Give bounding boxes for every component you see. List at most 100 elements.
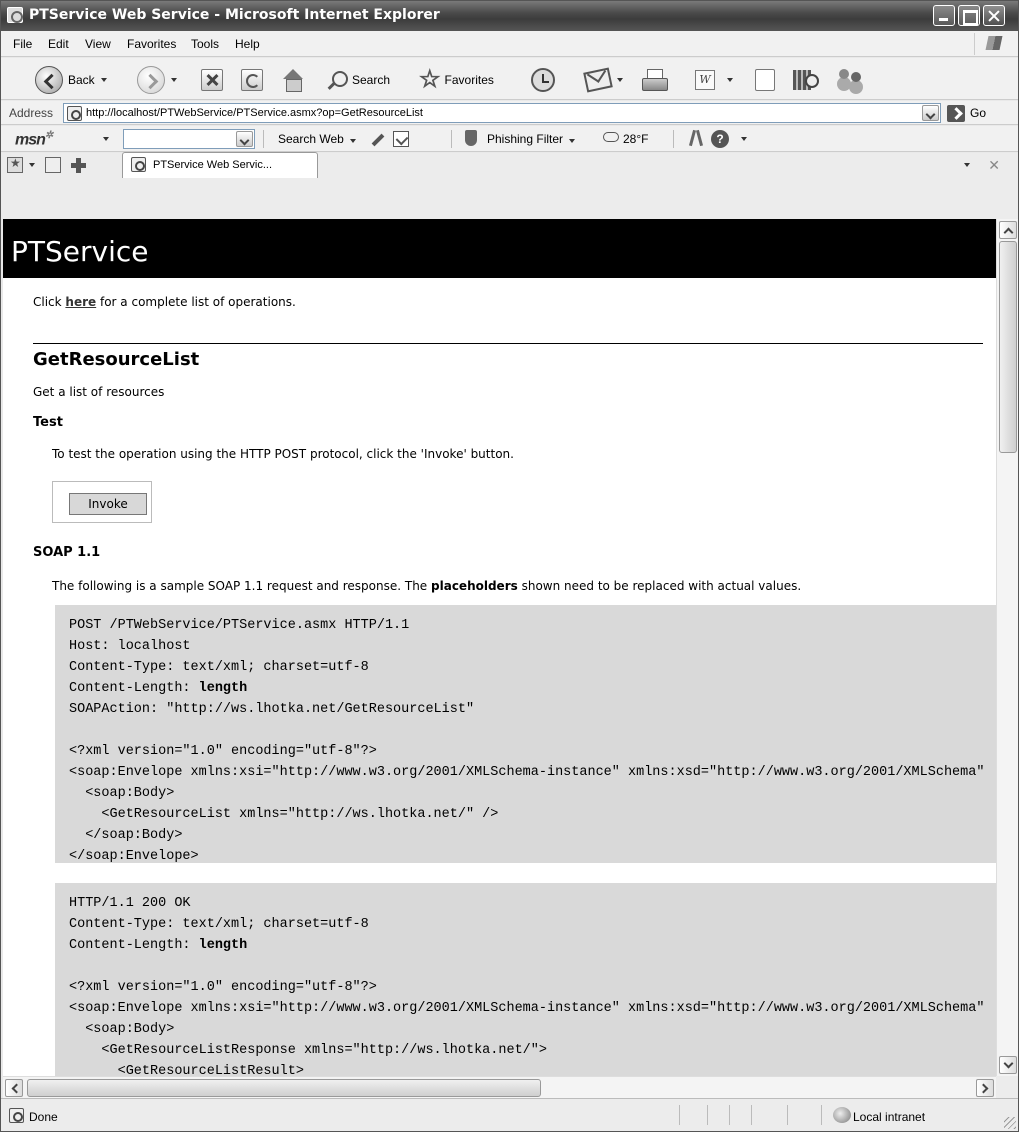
test-heading: Test — [33, 415, 63, 430]
horizontal-scroll-thumb[interactable] — [27, 1079, 541, 1097]
favorites-button[interactable]: ☆ Favorites — [419, 66, 494, 94]
vertical-scrollbar[interactable] — [996, 219, 1018, 1076]
minimize-button[interactable] — [933, 5, 955, 26]
code-line: Content-Type: text/xml; charset=utf-8 — [69, 657, 996, 678]
menu-help[interactable]: Help — [235, 37, 260, 51]
menu-file[interactable]: File — [13, 37, 32, 51]
phishing-filter-button[interactable]: Phishing Filter — [487, 132, 576, 146]
service-header: PTService — [3, 219, 996, 278]
resize-grip[interactable] — [1004, 1117, 1016, 1129]
scroll-left-icon[interactable] — [5, 1079, 23, 1097]
go-button[interactable]: Go — [947, 104, 986, 122]
tab-list-dropdown-icon[interactable] — [964, 163, 970, 167]
scroll-up-icon[interactable] — [999, 221, 1017, 239]
horizontal-scrollbar[interactable] — [3, 1076, 996, 1098]
add-favorite-icon[interactable] — [45, 157, 61, 173]
edit-dropdown-icon[interactable] — [727, 78, 733, 82]
code-text: <GetResourceListResult> — [69, 1064, 304, 1076]
title-bar[interactable]: PTService Web Service - Microsoft Intern… — [1, 1, 1018, 31]
status-text: Done — [29, 1110, 58, 1124]
menu-view[interactable]: View — [85, 37, 111, 51]
discuss-button[interactable] — [755, 66, 775, 94]
msn-logo-text: msn — [15, 131, 46, 149]
code-text: <GetResourceListResponse xmlns="http://w… — [69, 1043, 547, 1058]
forward-arrow-icon — [137, 66, 165, 94]
address-input[interactable]: http://localhost/PTWebService/PTService.… — [63, 103, 941, 123]
address-dropdown-icon[interactable] — [922, 105, 939, 121]
msn-search-input[interactable] — [123, 129, 255, 149]
tools-icon[interactable] — [687, 130, 705, 148]
search-web-dropdown-icon — [349, 139, 356, 143]
status-bar: Done Local intranet — [1, 1098, 1018, 1131]
home-button[interactable] — [281, 66, 305, 94]
weather-readout[interactable]: 28°F — [623, 132, 648, 146]
highlight-icon[interactable] — [371, 133, 385, 147]
menu-tools[interactable]: Tools — [191, 37, 219, 51]
soap-heading: SOAP 1.1 — [33, 545, 101, 560]
discuss-icon — [755, 69, 775, 91]
scroll-right-icon[interactable] — [976, 1079, 994, 1097]
address-url[interactable]: http://localhost/PTWebService/PTService.… — [86, 107, 423, 119]
favorites-center-dropdown-icon[interactable] — [29, 163, 35, 167]
scroll-down-icon[interactable] — [999, 1056, 1017, 1074]
favorites-center-icon[interactable] — [7, 156, 23, 173]
menu-favorites[interactable]: Favorites — [127, 37, 176, 51]
stop-button[interactable] — [201, 66, 223, 94]
home-icon — [281, 69, 305, 92]
status-separator — [707, 1105, 708, 1125]
star-icon: ☆ — [419, 66, 441, 93]
code-text: Content-Type: text/xml; charset=utf-8 — [69, 917, 369, 932]
messenger-button[interactable] — [835, 66, 865, 94]
forward-button[interactable] — [137, 66, 177, 94]
intro-prefix: Click — [33, 295, 66, 309]
page-icon — [67, 106, 82, 121]
back-label: Back — [68, 73, 95, 87]
back-arrow-icon — [35, 66, 63, 94]
shield-icon — [465, 130, 477, 146]
msn-search-dropdown-icon[interactable] — [236, 131, 253, 147]
close-tab-icon[interactable]: ✕ — [988, 158, 1000, 174]
menu-edit[interactable]: Edit — [48, 37, 69, 51]
maximize-button[interactable] — [958, 5, 980, 26]
code-text: </soap:Envelope> — [69, 849, 199, 863]
divider — [33, 343, 983, 344]
back-dropdown-icon[interactable] — [100, 78, 107, 82]
mail-dropdown-icon[interactable] — [617, 78, 623, 82]
msn-toolbar: msn✲ Search Web Phishing Filter 28°F ? — [1, 126, 1018, 152]
back-button[interactable]: Back — [35, 66, 107, 94]
close-button[interactable] — [983, 5, 1005, 26]
tab-ptservice[interactable]: PTService Web Servic... — [122, 152, 318, 178]
tab-bar: PTService Web Servic... ✕ — [1, 152, 1018, 219]
code-line: SOAPAction: "http://ws.lhotka.net/GetRes… — [69, 699, 996, 720]
windows-flag-icon — [974, 33, 1014, 55]
research-button[interactable] — [793, 66, 819, 94]
security-zone[interactable]: Local intranet — [853, 1110, 925, 1124]
msn-logo[interactable]: msn✲ — [15, 130, 53, 149]
mail-button[interactable] — [583, 66, 623, 94]
tab-label: PTService Web Servic... — [153, 159, 272, 171]
form-fill-icon[interactable] — [393, 131, 409, 147]
code-line: <?xml version="1.0" encoding="utf-8"?> — [69, 977, 996, 998]
operations-link[interactable]: here — [65, 295, 96, 309]
butterfly-icon: ✲ — [44, 130, 53, 141]
separator — [451, 130, 452, 148]
service-name: PTService — [11, 235, 149, 268]
invoke-button[interactable]: Invoke — [69, 493, 147, 515]
mail-icon — [583, 67, 613, 93]
refresh-button[interactable] — [241, 66, 263, 94]
history-button[interactable] — [531, 66, 555, 94]
forward-dropdown-icon[interactable] — [171, 78, 177, 82]
msn-dropdown-icon[interactable] — [103, 137, 109, 141]
edit-button[interactable]: W — [695, 66, 733, 94]
search-button[interactable]: Search — [327, 66, 390, 94]
add-to-favorites-icon[interactable] — [69, 156, 87, 174]
code-text: SOAPAction: "http://ws.lhotka.net/GetRes… — [69, 702, 475, 717]
vertical-scroll-thumb[interactable] — [999, 241, 1017, 453]
messenger-icon — [835, 67, 865, 93]
help-dropdown-icon[interactable] — [741, 137, 747, 141]
print-button[interactable] — [641, 66, 668, 94]
search-web-button[interactable]: Search Web — [278, 132, 356, 146]
separator — [263, 130, 264, 148]
help-icon[interactable]: ? — [711, 130, 729, 148]
ie-app-icon[interactable] — [7, 7, 23, 23]
